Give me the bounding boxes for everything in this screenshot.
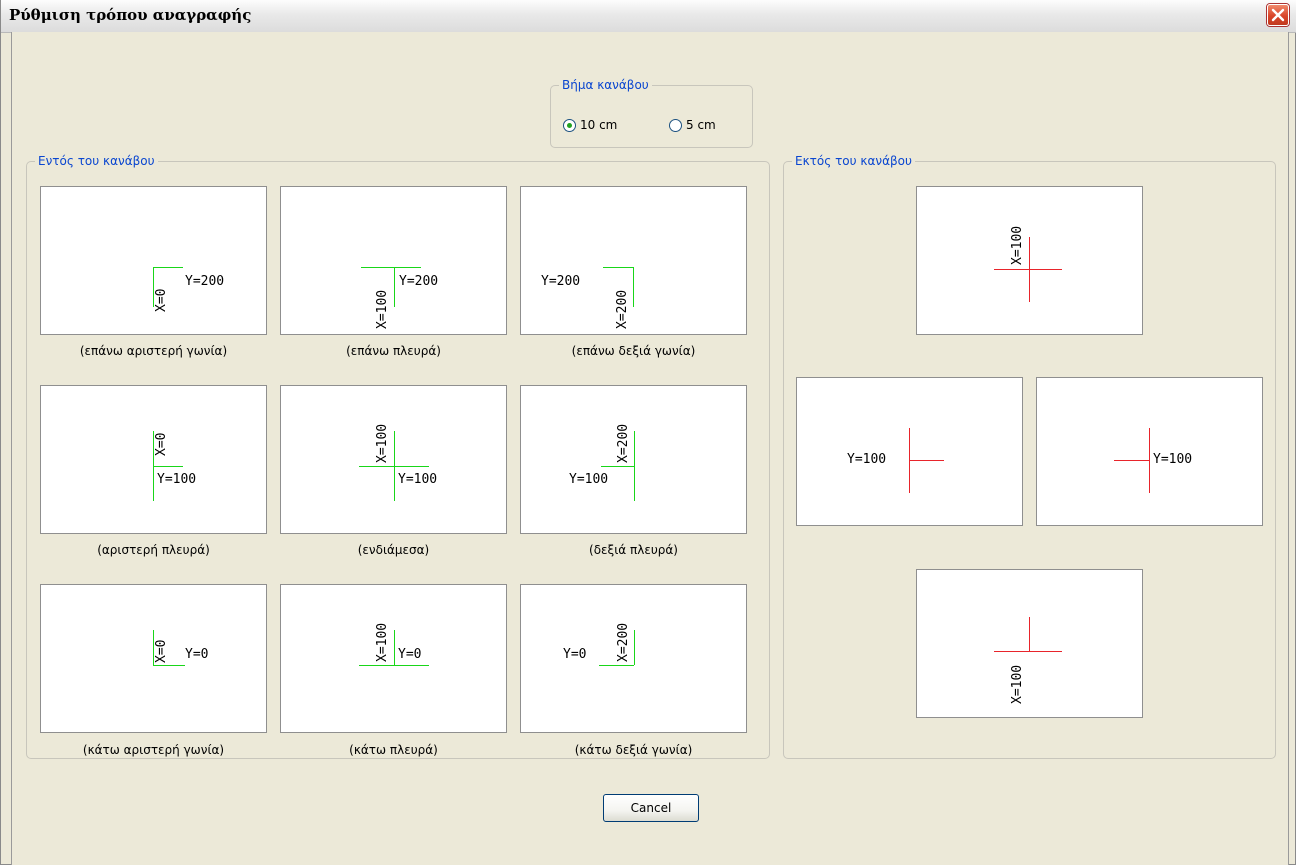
caption: (επάνω πλευρά) [346, 344, 441, 358]
window-title: Ρύθμιση τρόπου αναγραφής [9, 6, 252, 24]
tile-bottom-right-corner[interactable]: X=200 Y=0 [520, 584, 747, 733]
x-label: X=200 [616, 423, 631, 463]
x-label: X=0 [154, 288, 169, 312]
radio-10cm[interactable]: 10 cm [563, 118, 617, 132]
x-label: X=200 [616, 622, 631, 662]
x-label: X=100 [1010, 664, 1025, 704]
close-button[interactable] [1267, 4, 1289, 26]
y-label: Y=100 [847, 452, 887, 467]
dialog-window: Ρύθμιση τρόπου αναγραφής Βήμα κανάβου 10… [0, 0, 1296, 865]
horizontal-line [603, 267, 633, 268]
horizontal-line [359, 466, 429, 467]
horizontal-line [599, 665, 634, 666]
tile-middle[interactable]: X=100 Y=100 [280, 385, 507, 534]
caption: (επάνω δεξιά γωνία) [571, 344, 696, 358]
x-label: X=100 [375, 289, 390, 329]
tile-top-side[interactable]: X=100 Y=200 [280, 186, 507, 335]
horizontal-line [153, 267, 183, 268]
tile-outside-top[interactable]: X=100 [916, 186, 1143, 335]
y-label: Y=200 [185, 274, 225, 289]
grid-step-legend: Βήμα κανάβου [562, 78, 649, 92]
radio-5cm[interactable]: 5 cm [669, 118, 716, 132]
x-label: X=100 [375, 622, 390, 662]
dialog-client-area: Βήμα κανάβου 10 cm 5 cm Εντός του κανάβο… [11, 32, 1289, 865]
x-label: X=0 [154, 639, 169, 663]
tile-outside-left[interactable]: Y=100 [796, 377, 1023, 526]
cancel-button[interactable]: Cancel [603, 794, 699, 822]
vertical-line [634, 431, 635, 501]
radio-5cm-label: 5 cm [686, 118, 716, 132]
horizontal-line [153, 466, 183, 467]
radio-10cm-label: 10 cm [580, 118, 618, 132]
y-label: Y=100 [1153, 452, 1193, 467]
caption: (κάτω δεξιά γωνία) [574, 743, 693, 757]
y-label: Y=100 [157, 472, 197, 487]
tile-top-right-corner[interactable]: X=200 Y=200 [520, 186, 747, 335]
horizontal-line [909, 460, 944, 461]
tile-outside-right[interactable]: Y=100 [1036, 377, 1263, 526]
x-label: X=200 [615, 289, 630, 329]
x-label: X=100 [375, 423, 390, 463]
vertical-line [1149, 428, 1150, 493]
horizontal-line [994, 651, 1062, 652]
vertical-line [1029, 617, 1030, 652]
horizontal-line [153, 665, 185, 666]
radio-selected-icon [563, 118, 576, 132]
x-label: X=100 [1010, 225, 1025, 265]
y-label: Y=200 [541, 274, 581, 289]
tile-right-side[interactable]: X=200 Y=100 [520, 385, 747, 534]
title-bar[interactable]: Ρύθμιση τρόπου αναγραφής [1, 0, 1296, 33]
caption: (κάτω πλευρά) [349, 743, 438, 757]
vertical-line [634, 630, 635, 665]
caption: (κάτω αριστερή γωνία) [82, 743, 225, 757]
vertical-line [633, 267, 634, 307]
y-label: Y=100 [398, 472, 438, 487]
y-label: Y=0 [398, 647, 422, 662]
inside-grid-legend: Εντός του κανάβου [38, 154, 155, 168]
caption: (δεξιά πλευρά) [589, 543, 678, 557]
horizontal-line [601, 466, 634, 467]
tile-top-left-corner[interactable]: X=0 Y=200 [40, 186, 267, 335]
tile-left-side[interactable]: X=0 Y=100 [40, 385, 267, 534]
y-label: Y=200 [399, 274, 439, 289]
outside-grid-legend: Εκτός του κανάβου [795, 154, 912, 168]
y-label: Y=100 [569, 472, 609, 487]
y-label: Y=0 [185, 647, 209, 662]
horizontal-line [994, 269, 1062, 270]
close-icon [1271, 8, 1285, 22]
grid-step-group: Βήμα κανάβου [550, 78, 753, 148]
horizontal-line [1114, 460, 1149, 461]
vertical-line [394, 267, 395, 307]
tile-outside-bottom[interactable]: X=100 [916, 569, 1143, 718]
caption: (ενδιάμεσα) [357, 543, 430, 557]
vertical-line [394, 630, 395, 665]
caption: (επάνω αριστερή γωνία) [79, 344, 228, 358]
tile-bottom-left-corner[interactable]: X=0 Y=0 [40, 584, 267, 733]
radio-unselected-icon [669, 118, 682, 132]
x-label: X=0 [154, 432, 169, 456]
tile-bottom-side[interactable]: X=100 Y=0 [280, 584, 507, 733]
horizontal-line [359, 665, 429, 666]
horizontal-line [361, 267, 421, 268]
caption: (αριστερή πλευρά) [97, 543, 210, 557]
y-label: Y=0 [563, 647, 587, 662]
